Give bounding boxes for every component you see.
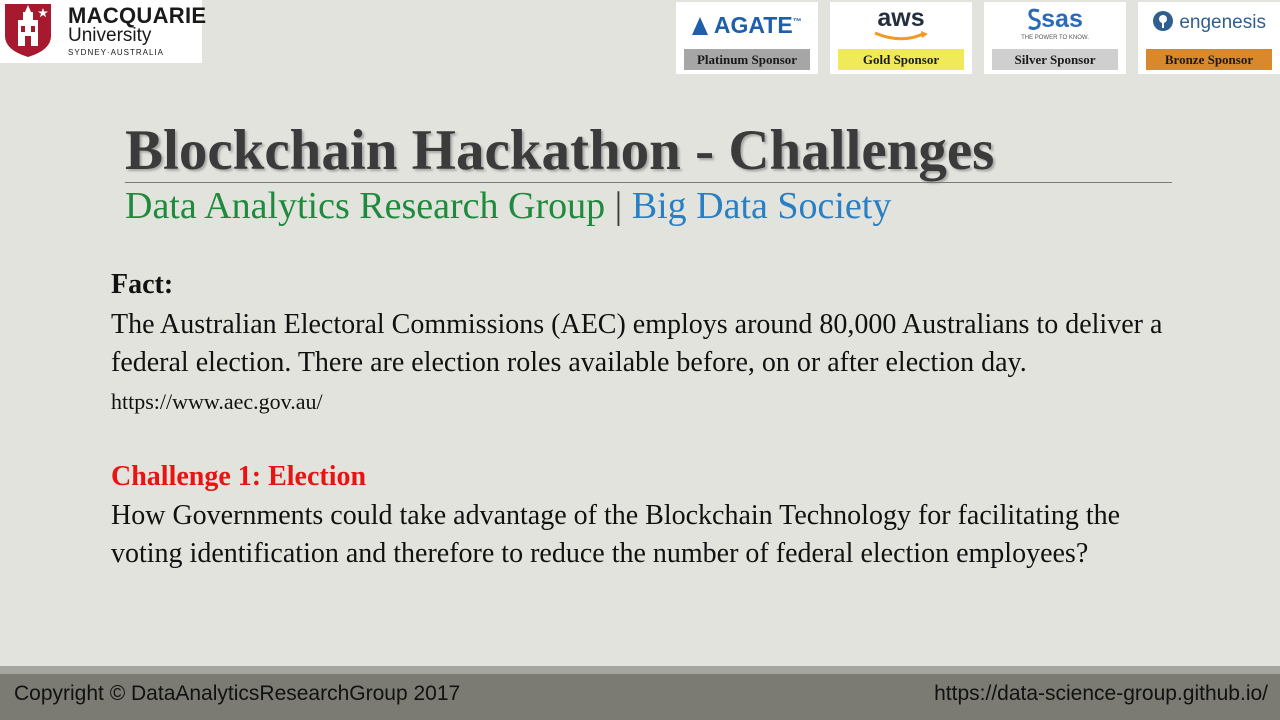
engenesis-logo: engenesis <box>1138 10 1280 34</box>
challenge-text: How Governments could take advantage of … <box>111 500 1121 569</box>
logo-subtitle: University <box>68 25 152 46</box>
footer: Copyright © DataAnalyticsResearchGroup 2… <box>0 674 1280 720</box>
title-divider <box>125 182 1172 183</box>
sponsor-badge-gold: Gold Sponsor <box>838 49 964 70</box>
sponsor-badge-silver: Silver Sponsor <box>992 49 1118 70</box>
subtitle-separator: | <box>614 185 623 227</box>
fact-text: The Australian Electoral Commissions (AE… <box>111 309 1163 378</box>
subtitle-big-data-society: Big Data Society <box>631 185 892 227</box>
engenesis-circle-icon <box>1153 11 1174 31</box>
aec-link[interactable]: https://www.aec.gov.au/ <box>111 389 323 414</box>
fact-heading: Fact: <box>111 269 174 300</box>
challenge-heading: Challenge 1: Election <box>111 461 367 492</box>
aws-logo: aws <box>877 4 925 32</box>
sas-logo: sas <box>984 5 1126 34</box>
sponsor-agate: AGATE™ Platinum Sponsor <box>676 2 818 74</box>
sponsor-bar: AGATE™ Platinum Sponsor aws Gold Sponsor… <box>672 0 1280 76</box>
slide-title: Blockchain Hackathon - Challenges <box>125 119 995 182</box>
footer-copyright: Copyright © DataAnalyticsResearchGroup 2… <box>14 682 461 705</box>
logo-place: SYDNEY·AUSTRALIA <box>68 48 165 57</box>
sponsor-aws: aws Gold Sponsor <box>830 2 972 74</box>
sponsor-badge-platinum: Platinum Sponsor <box>684 49 810 70</box>
subtitle-research-group: Data Analytics Research Group <box>125 185 606 227</box>
footer-divider <box>0 666 1280 674</box>
agate-logo: AGATE™ <box>676 12 818 39</box>
sas-tagline: THE POWER TO KNOW. <box>1021 35 1089 41</box>
agate-triangle-icon <box>692 17 709 35</box>
aws-smile-icon <box>874 31 928 41</box>
footer-url-link[interactable]: https://data-science-group.github.io/ <box>934 682 1268 706</box>
macquarie-crest-icon <box>5 4 51 57</box>
sponsor-engenesis: engenesis Bronze Sponsor <box>1138 2 1280 74</box>
macquarie-logo: MACQUARIE University SYDNEY·AUSTRALIA <box>0 0 206 63</box>
sas-s-icon <box>1028 8 1041 30</box>
sponsor-badge-bronze: Bronze Sponsor <box>1146 49 1272 70</box>
fact-paragraph: The Australian Electoral Commissions (AE… <box>111 306 1181 421</box>
slide-subtitle: Data Analytics Research Group | Big Data… <box>125 184 891 228</box>
sponsor-sas: sas THE POWER TO KNOW. Silver Sponsor <box>984 2 1126 74</box>
